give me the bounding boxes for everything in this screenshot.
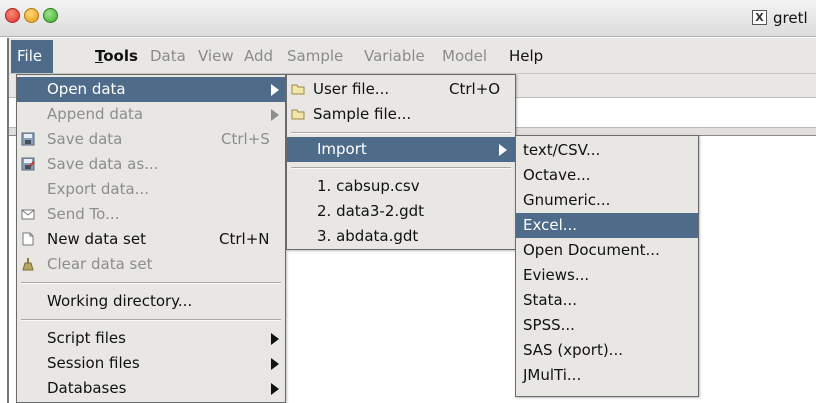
menu-tools-rest: ools xyxy=(103,47,138,65)
recent-file-1[interactable]: 1. cabsup.csv xyxy=(287,174,515,199)
import-item-label: Excel... xyxy=(523,216,578,234)
menu-model[interactable]: Model xyxy=(442,47,487,65)
import-item-label: Gnumeric... xyxy=(523,191,611,209)
file-menu-new-data-set[interactable]: New data set Ctrl+N xyxy=(17,227,285,252)
x11-app-icon: X xyxy=(752,10,767,25)
open-data-sample-file[interactable]: Sample file... xyxy=(287,102,515,127)
clear-data-set-label: Clear data set xyxy=(47,255,153,273)
mail-icon xyxy=(21,209,35,220)
submenu-arrow-icon xyxy=(271,358,279,370)
import-spss[interactable]: SPSS... xyxy=(516,313,698,338)
submenu-arrow-icon xyxy=(271,84,279,96)
close-window-button[interactable] xyxy=(5,8,20,23)
import-eviews[interactable]: Eviews... xyxy=(516,263,698,288)
new-data-set-accel: Ctrl+N xyxy=(219,230,270,248)
import-item-label: JMulTi... xyxy=(523,366,582,384)
menu-variable[interactable]: Variable xyxy=(364,47,425,65)
recent-file-label: 3. abdata.gdt xyxy=(317,227,419,245)
menu-file-label: File xyxy=(17,47,43,65)
new-data-set-label: New data set xyxy=(47,230,146,248)
import-item-label: SPSS... xyxy=(523,316,575,334)
user-file-label: User file... xyxy=(313,80,390,98)
new-document-icon xyxy=(22,232,34,246)
file-menu-save-data[interactable]: Save data Ctrl+S xyxy=(17,127,285,152)
menu-data[interactable]: Data xyxy=(150,47,186,65)
menu-sample[interactable]: Sample xyxy=(287,47,343,65)
menu-file[interactable]: File xyxy=(11,40,53,73)
menu-add[interactable]: Add xyxy=(244,47,273,65)
import-stata[interactable]: Stata... xyxy=(516,288,698,313)
file-menu-open-data[interactable]: Open data xyxy=(17,77,285,102)
import-gnumeric[interactable]: Gnumeric... xyxy=(516,188,698,213)
import-item-label: Stata... xyxy=(523,291,577,309)
submenu-arrow-icon xyxy=(271,109,279,121)
file-menu-script-files[interactable]: Script files xyxy=(17,326,285,351)
menu-bar: Tools Data View Add Sample Variable Mode… xyxy=(9,38,816,74)
window-title: gretl xyxy=(773,9,808,27)
append-data-label: Append data xyxy=(47,105,144,123)
open-data-submenu: User file... Ctrl+O Sample file... Impor… xyxy=(286,74,516,250)
maximize-window-button[interactable] xyxy=(43,8,58,23)
submenu-arrow-icon xyxy=(271,333,279,345)
minimize-window-button[interactable] xyxy=(24,8,39,23)
menu-view[interactable]: View xyxy=(198,47,234,65)
file-menu-databases[interactable]: Databases xyxy=(17,376,285,401)
open-data-import[interactable]: Import xyxy=(287,137,515,162)
import-sas-xport[interactable]: SAS (xport)... xyxy=(516,338,698,363)
file-menu-send-to[interactable]: Send To... xyxy=(17,202,285,227)
file-menu-clear-data-set[interactable]: Clear data set xyxy=(17,252,285,277)
import-label: Import xyxy=(317,140,367,158)
menu-help[interactable]: Help xyxy=(509,47,543,65)
sample-file-label: Sample file... xyxy=(313,105,412,123)
file-menu-working-directory[interactable]: Working directory... xyxy=(17,289,285,314)
submenu-arrow-icon xyxy=(499,144,507,156)
clear-icon xyxy=(22,258,34,271)
session-files-label: Session files xyxy=(47,354,140,372)
submenu-arrow-icon xyxy=(271,383,279,395)
import-text-csv[interactable]: text/CSV... xyxy=(516,138,698,163)
import-submenu: text/CSV... Octave... Gnumeric... Excel.… xyxy=(515,135,699,397)
import-excel[interactable]: Excel... xyxy=(516,213,698,238)
import-open-document[interactable]: Open Document... xyxy=(516,238,698,263)
file-menu-append-data[interactable]: Append data xyxy=(17,102,285,127)
import-item-label: Eviews... xyxy=(523,266,590,284)
save-icon xyxy=(21,132,35,146)
script-files-label: Script files xyxy=(47,329,126,347)
import-item-label: SAS (xport)... xyxy=(523,341,623,359)
import-octave[interactable]: Octave... xyxy=(516,163,698,188)
menu-separator xyxy=(21,319,281,321)
folder-icon xyxy=(291,84,305,95)
file-menu-export-data[interactable]: Export data... xyxy=(17,177,285,202)
databases-label: Databases xyxy=(47,379,127,397)
save-data-label: Save data xyxy=(47,130,123,148)
export-data-label: Export data... xyxy=(47,180,149,198)
save-data-as-label: Save data as... xyxy=(47,155,159,173)
save-as-icon xyxy=(21,157,35,171)
title-bar: X gretl xyxy=(0,0,816,37)
import-item-label: text/CSV... xyxy=(523,141,601,159)
open-data-label: Open data xyxy=(47,80,126,98)
import-item-label: Octave... xyxy=(523,166,591,184)
user-file-accel: Ctrl+O xyxy=(449,80,501,98)
open-data-user-file[interactable]: User file... Ctrl+O xyxy=(287,77,515,102)
recent-file-label: 1. cabsup.csv xyxy=(317,177,420,195)
menu-tools-mnemonic: T xyxy=(95,47,104,65)
working-directory-label: Working directory... xyxy=(47,292,193,310)
folder-icon xyxy=(291,109,305,120)
save-data-accel: Ctrl+S xyxy=(221,130,270,148)
file-menu-session-files[interactable]: Session files xyxy=(17,351,285,376)
menu-tools[interactable]: Tools xyxy=(95,47,138,65)
menu-separator xyxy=(291,167,511,169)
import-item-label: Open Document... xyxy=(523,241,660,259)
file-menu: Open data Append data Save data Ctrl+S S… xyxy=(16,74,286,403)
send-to-label: Send To... xyxy=(47,205,120,223)
file-menu-save-data-as[interactable]: Save data as... xyxy=(17,152,285,177)
import-jmulti[interactable]: JMulTi... xyxy=(516,363,698,388)
recent-file-3[interactable]: 3. abdata.gdt xyxy=(287,224,515,249)
menu-separator xyxy=(291,132,511,134)
recent-file-label: 2. data3-2.gdt xyxy=(317,202,425,220)
recent-file-2[interactable]: 2. data3-2.gdt xyxy=(287,199,515,224)
menu-separator xyxy=(21,282,281,284)
